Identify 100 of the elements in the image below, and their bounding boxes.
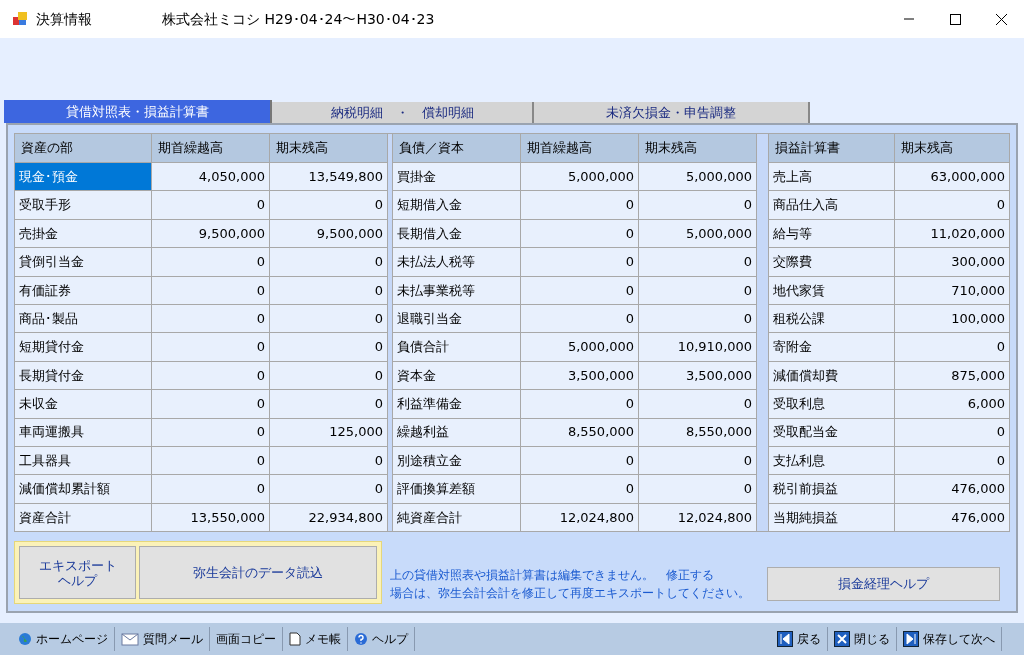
tab[interactable]: 貸借対照表・損益計算書 (4, 100, 272, 123)
amount-cell: 0 (895, 418, 1009, 446)
account-name-cell: 商品仕入高 (769, 191, 894, 219)
amount-cell: 0 (895, 333, 1009, 361)
amount-cell: 13,549,800 (270, 163, 387, 191)
amount-cell: 8,550,000 (521, 418, 639, 446)
account-name-cell: 貸倒引当金 (15, 248, 151, 276)
notice-text: 上の貸借対照表や損益計算書は編集できません。 修正する (390, 566, 715, 584)
amount-cell: 0 (270, 248, 387, 276)
amount-cell: 710,000 (895, 276, 1009, 304)
amount-cell: 0 (152, 475, 269, 503)
amount-cell: 476,000 (895, 475, 1009, 503)
amount-cell: 9,500,000 (152, 219, 269, 248)
amount-cell: 0 (521, 304, 639, 333)
account-name-cell: 未払法人税等 (393, 248, 521, 276)
toolbar-button[interactable]: ヘルプ (348, 627, 415, 651)
account-name-cell: 工具器具 (15, 446, 151, 475)
amount-cell: 5,000,000 (521, 163, 639, 191)
amount-cell: 3,500,000 (639, 361, 757, 390)
column-header: 期首繰越高 (521, 134, 639, 162)
account-name-cell: 有価証券 (15, 276, 151, 304)
column-header: 期末残高 (639, 134, 757, 162)
export-help-button[interactable]: エキスポートヘルプ (19, 546, 136, 600)
account-name-cell: 資本金 (393, 361, 521, 390)
amount-cell: 0 (895, 446, 1009, 475)
toolbar-button[interactable]: ホームページ (12, 627, 115, 651)
account-name-cell: 受取利息 (769, 390, 894, 418)
loss-accounting-help-button[interactable]: 損金経理ヘルプ (767, 566, 1000, 601)
account-name-cell: 現金･預金 (15, 163, 151, 191)
account-name-cell: 車両運搬具 (15, 418, 151, 446)
column-header: 資産の部 (15, 134, 151, 162)
account-name-cell: 減価償却費 (769, 361, 894, 390)
column-header: 負債／資本 (393, 134, 521, 162)
account-name-cell: 別途積立金 (393, 446, 521, 475)
document-icon (289, 632, 301, 646)
amount-cell: 0 (521, 191, 639, 219)
toolbar-button[interactable]: 保存して次へ (897, 627, 1002, 651)
account-name-cell: 買掛金 (393, 163, 521, 191)
amount-cell: 0 (521, 276, 639, 304)
account-name-cell: 純資産合計 (393, 503, 521, 532)
amount-cell: 5,000,000 (639, 219, 757, 248)
amount-cell: 0 (639, 248, 757, 276)
column-header: 期末残高 (895, 134, 1009, 162)
amount-cell: 300,000 (895, 248, 1009, 276)
account-name-cell: 利益準備金 (393, 390, 521, 418)
amount-cell: 0 (521, 248, 639, 276)
amount-cell: 0 (152, 276, 269, 304)
tab[interactable]: 未済欠損金・申告調整 (534, 102, 810, 123)
amount-cell: 12,024,800 (521, 503, 639, 532)
amount-cell: 0 (152, 390, 269, 418)
account-name-cell: 支払利息 (769, 446, 894, 475)
amount-cell: 10,910,000 (639, 333, 757, 361)
close-icon (834, 631, 850, 647)
app-icon (12, 11, 28, 27)
amount-cell: 0 (270, 304, 387, 333)
amount-cell: 0 (639, 191, 757, 219)
account-name-cell: 短期借入金 (393, 191, 521, 219)
toolbar-button[interactable]: 画面コピー (210, 627, 283, 651)
amount-cell: 11,020,000 (895, 219, 1009, 248)
toolbar-button[interactable]: 戻る (771, 627, 828, 651)
amount-cell: 0 (152, 304, 269, 333)
amount-cell: 0 (152, 418, 269, 446)
amount-cell: 3,500,000 (521, 361, 639, 390)
account-name-cell: 退職引当金 (393, 304, 521, 333)
import-data-button[interactable]: 弥生会計のデータ読込 (139, 546, 377, 600)
amount-cell: 125,000 (270, 418, 387, 446)
help-icon (354, 632, 368, 646)
amount-cell: 6,000 (895, 390, 1009, 418)
amount-cell: 476,000 (895, 503, 1009, 532)
tab[interactable]: 納税明細 ・ 償却明細 (272, 102, 534, 123)
amount-cell: 5,000,000 (639, 163, 757, 191)
amount-cell: 0 (639, 475, 757, 503)
amount-cell: 0 (521, 475, 639, 503)
notice-text: 場合は、弥生会計会計を修正して再度エキスポートしてください。 (390, 584, 750, 602)
account-name-cell: 交際費 (769, 248, 894, 276)
amount-cell: 0 (152, 248, 269, 276)
amount-cell: 0 (895, 191, 1009, 219)
amount-cell: 0 (639, 446, 757, 475)
account-name-cell: 長期貸付金 (15, 361, 151, 390)
amount-cell: 0 (270, 276, 387, 304)
column-header: 期首繰越高 (152, 134, 269, 162)
toolbar-button[interactable]: 質問メール (115, 627, 210, 651)
account-name-cell: 繰越利益 (393, 418, 521, 446)
account-name-cell: 売掛金 (15, 219, 151, 248)
maximize-icon (949, 13, 961, 25)
amount-cell: 0 (152, 191, 269, 219)
amount-cell: 9,500,000 (270, 219, 387, 248)
toolbar-button[interactable]: 閉じる (828, 627, 897, 651)
amount-cell: 8,550,000 (639, 418, 757, 446)
account-name-cell: 未払事業税等 (393, 276, 521, 304)
toolbar-button[interactable]: メモ帳 (283, 627, 348, 651)
account-name-cell: 長期借入金 (393, 219, 521, 248)
amount-cell: 12,024,800 (639, 503, 757, 532)
account-name-cell: 資産合計 (15, 503, 151, 532)
window-subtitle: 株式会社ミコシ H29･04･24～H30･04･23 (162, 9, 435, 29)
amount-cell: 0 (270, 475, 387, 503)
account-name-cell: 受取手形 (15, 191, 151, 219)
amount-cell: 22,934,800 (270, 503, 387, 532)
amount-cell: 0 (521, 219, 639, 248)
amount-cell: 4,050,000 (152, 163, 269, 191)
